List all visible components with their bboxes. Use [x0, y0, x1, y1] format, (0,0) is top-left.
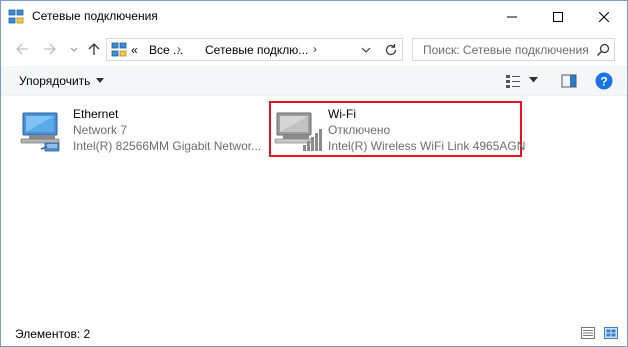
- window-title: Сетевые подключения: [32, 9, 158, 23]
- network-connections-icon: [8, 9, 24, 24]
- details-view-icon[interactable]: [581, 327, 595, 339]
- preview-pane-icon[interactable]: [561, 73, 577, 89]
- ethernet-adapter-icon: [20, 112, 60, 152]
- tiles-view-icon[interactable]: [604, 327, 618, 339]
- search-placeholder: Поиск: Сетевые подключения: [423, 43, 589, 57]
- minimize-button[interactable]: [489, 1, 535, 32]
- breadcrumb-separator[interactable]: ›: [177, 42, 181, 56]
- arrow-left-icon: [16, 43, 28, 55]
- item-count: Элементов: 2: [15, 327, 91, 341]
- back-button[interactable]: [13, 40, 31, 58]
- explorer-window: Сетевые подключения « Все ... › Сетевые …: [0, 0, 628, 347]
- arrow-up-icon: [88, 43, 100, 55]
- chevron-down-icon[interactable]: [359, 43, 373, 57]
- arrow-right-icon: [44, 43, 56, 55]
- connection-status: Отключено: [328, 123, 391, 137]
- connection-name: Ethernet: [73, 107, 119, 121]
- caret-down-icon: [96, 78, 105, 83]
- connection-device: Intel(R) Wireless WiFi Link 4965AGN: [328, 139, 526, 153]
- refresh-icon[interactable]: [383, 42, 399, 58]
- svg-text:?: ?: [600, 75, 607, 89]
- organize-button[interactable]: Упорядочить: [19, 74, 105, 88]
- status-bar: Элементов: 2: [1, 319, 627, 346]
- close-icon: [599, 11, 609, 22]
- breadcrumb-separator[interactable]: ›: [313, 42, 317, 56]
- connection-device: Intel(R) 82566MM Gigabit Networ...: [73, 139, 262, 153]
- connection-item-wifi[interactable]: Wi-Fi Отключено Intel(R) Wireless WiFi L…: [269, 101, 526, 157]
- navigation-bar: « Все ... › Сетевые подклю... › Поиск: С…: [1, 32, 627, 66]
- maximize-button[interactable]: [535, 1, 581, 32]
- close-button[interactable]: [581, 1, 627, 32]
- title-bar: Сетевые подключения: [1, 1, 627, 32]
- network-connections-icon: [111, 42, 127, 57]
- caret-down-icon[interactable]: [529, 77, 538, 83]
- forward-button[interactable]: [41, 40, 59, 58]
- connection-item-ethernet[interactable]: Ethernet Network 7 Intel(R) 82566MM Giga…: [15, 103, 265, 159]
- search-icon[interactable]: [595, 42, 611, 58]
- minimize-icon: [507, 16, 517, 17]
- wifi-adapter-disabled-icon: [274, 112, 322, 151]
- maximize-icon: [553, 11, 563, 22]
- address-overflow[interactable]: «: [131, 43, 138, 57]
- connections-list: Ethernet Network 7 Intel(R) 82566MM Giga…: [1, 97, 627, 319]
- command-bar: Упорядочить ?: [1, 66, 627, 96]
- up-button[interactable]: [85, 40, 103, 58]
- breadcrumb-network-connections[interactable]: Сетевые подклю...: [205, 43, 308, 57]
- search-input[interactable]: Поиск: Сетевые подключения: [412, 38, 615, 61]
- address-bar[interactable]: « Все ... › Сетевые подклю... ›: [106, 38, 403, 61]
- organize-label: Упорядочить: [19, 74, 91, 88]
- view-options-icon[interactable]: [505, 73, 521, 89]
- chevron-down-icon: [70, 47, 78, 52]
- connection-name: Wi-Fi: [328, 107, 356, 121]
- connection-status: Network 7: [73, 123, 128, 137]
- recent-locations-button[interactable]: [65, 40, 83, 58]
- help-icon[interactable]: ?: [595, 72, 613, 90]
